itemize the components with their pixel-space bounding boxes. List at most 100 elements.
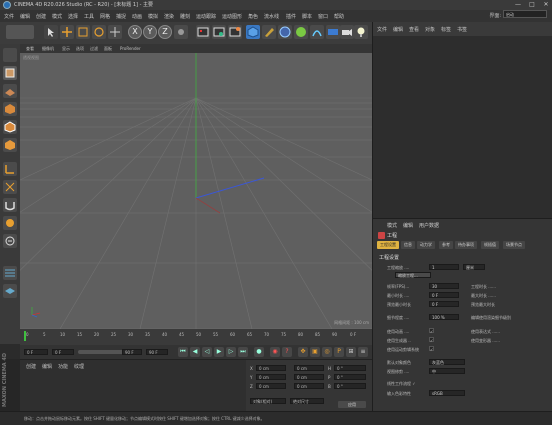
tweak-icon[interactable] <box>3 180 17 194</box>
material-menu-create[interactable]: 创建 <box>26 363 36 370</box>
material-menu-texture[interactable]: 纹理 <box>74 363 84 370</box>
viewport-menu-filter[interactable]: 过滤 <box>90 46 98 52</box>
texture-mode-icon[interactable] <box>3 66 17 80</box>
obj-menu-file[interactable]: 文件 <box>377 26 387 33</box>
undo-icon[interactable] <box>6 25 34 39</box>
menu-pipeline[interactable]: 流水线 <box>264 13 279 20</box>
next-key-icon[interactable]: ▷ <box>226 347 236 357</box>
minimize-button[interactable]: — <box>512 1 524 9</box>
go-to-end-icon[interactable]: ⏭ <box>238 347 248 357</box>
autokey-icon[interactable]: ◉ <box>270 347 280 357</box>
points-mode-icon[interactable] <box>3 102 17 116</box>
go-to-start-icon[interactable]: ⏮ <box>178 347 188 357</box>
attr-menu-mode[interactable]: 模式 <box>387 222 397 229</box>
menu-plugins[interactable]: 插件 <box>286 13 296 20</box>
layer-icon[interactable] <box>3 284 17 298</box>
workplane-icon[interactable] <box>3 84 17 98</box>
scale-key-icon[interactable]: ▣ <box>310 347 320 357</box>
tab-scene-nodes[interactable]: 场景节点 <box>503 241 525 249</box>
menu-character[interactable]: 角色 <box>248 13 258 20</box>
menu-edit[interactable]: 编辑 <box>20 13 30 20</box>
edit-render-settings-icon[interactable] <box>228 25 242 39</box>
use-motion-system-checkbox[interactable]: ✓ <box>429 346 434 352</box>
param-key-icon[interactable]: P <box>334 347 344 357</box>
obj-menu-view[interactable]: 查看 <box>409 26 419 33</box>
coord-mode-select[interactable]: 对象(相对) <box>250 398 286 404</box>
tab-dynamics[interactable]: 动力学 <box>417 241 435 249</box>
preview-min-field[interactable]: 0 F <box>429 301 459 307</box>
view-clipping-select[interactable]: 中 <box>429 368 465 374</box>
menu-mode[interactable]: 模式 <box>52 13 62 20</box>
pos-z-field[interactable]: 0 cm <box>256 383 286 389</box>
max-frame-field[interactable]: 90 F <box>122 349 142 355</box>
obj-menu-edit[interactable]: 编辑 <box>393 26 403 33</box>
play-icon[interactable]: ▶ <box>214 347 224 357</box>
attr-menu-edit[interactable]: 编辑 <box>403 222 413 229</box>
menu-snap[interactable]: 捕捉 <box>116 13 126 20</box>
menu-sculpt[interactable]: 雕刻 <box>180 13 190 20</box>
use-generators-checkbox[interactable]: ✓ <box>429 337 434 343</box>
start-frame-field[interactable]: 0 F <box>24 349 48 355</box>
pen-icon[interactable] <box>262 25 276 39</box>
world-coord-icon[interactable] <box>174 25 188 39</box>
menu-animate[interactable]: 动画 <box>132 13 142 20</box>
project-scale-field[interactable]: 1 <box>429 264 459 270</box>
polygons-mode-icon[interactable] <box>3 138 17 152</box>
obj-menu-bookmarks[interactable]: 书签 <box>457 26 467 33</box>
menu-help[interactable]: 帮助 <box>334 13 344 20</box>
position-key-icon[interactable]: ✥ <box>298 347 308 357</box>
enable-axis-icon[interactable] <box>3 162 17 176</box>
timeline-menu-icon[interactable]: ≡ <box>358 347 368 357</box>
tab-interpolation[interactable]: 帧插值 <box>481 241 499 249</box>
rotation-key-icon[interactable]: ◎ <box>322 347 332 357</box>
x-axis-icon[interactable]: X <box>128 25 142 39</box>
viewport-menu-display[interactable]: 显示 <box>62 46 70 52</box>
tab-referencing[interactable]: 参考 <box>439 241 453 249</box>
maximize-button[interactable]: □ <box>526 1 538 9</box>
edges-mode-icon[interactable] <box>3 120 17 134</box>
fps-field[interactable]: 30 <box>429 283 459 289</box>
lod-field[interactable]: 100 % <box>429 314 459 320</box>
z-axis-icon[interactable]: Z <box>158 25 172 39</box>
rot-p-field[interactable]: 0 ° <box>334 374 366 380</box>
tab-project-settings[interactable]: 工程设置 <box>377 241 399 249</box>
menu-select[interactable]: 选择 <box>68 13 78 20</box>
menu-window[interactable]: 窗口 <box>318 13 328 20</box>
default-color-select[interactable]: 灰蓝色 <box>429 359 465 365</box>
attr-menu-userdata[interactable]: 用户数据 <box>419 222 439 229</box>
grid-display-icon[interactable] <box>3 266 17 280</box>
menu-motion-tracker[interactable]: 运动跟踪 <box>196 13 216 20</box>
deformer-icon[interactable] <box>310 25 324 39</box>
viewport-menu-prorender[interactable]: ProRender <box>120 46 141 51</box>
recent-tool-icon[interactable] <box>108 25 122 39</box>
y-axis-icon[interactable]: Y <box>143 25 157 39</box>
light-icon[interactable] <box>354 25 368 39</box>
cube-icon[interactable] <box>246 25 260 39</box>
size-y-field[interactable]: 0 cm <box>294 374 324 380</box>
project-scale-unit[interactable]: 厘米 <box>463 264 485 270</box>
material-menu-edit[interactable]: 编辑 <box>42 363 52 370</box>
menu-mesh[interactable]: 网格 <box>100 13 110 20</box>
floor-icon[interactable] <box>326 25 340 39</box>
color-profile-select[interactable]: sRGB <box>429 390 465 396</box>
menu-create[interactable]: 创建 <box>36 13 46 20</box>
pos-y-field[interactable]: 0 cm <box>256 374 286 380</box>
rotate-icon[interactable] <box>92 25 106 39</box>
tab-info[interactable]: 信息 <box>401 241 415 249</box>
render-view-icon[interactable] <box>196 25 210 39</box>
scale-project-button[interactable]: 缩放工程... <box>395 272 431 278</box>
obj-menu-object[interactable]: 对象 <box>425 26 435 33</box>
apply-button[interactable]: 应用 <box>338 401 366 408</box>
obj-menu-tags[interactable]: 标签 <box>441 26 451 33</box>
pos-x-field[interactable]: 0 cm <box>256 365 286 371</box>
rot-h-field[interactable]: 0 ° <box>334 365 366 371</box>
camera-icon[interactable] <box>340 25 354 39</box>
end-frame-field[interactable]: 90 F <box>146 349 168 355</box>
model-mode-icon[interactable] <box>3 48 17 62</box>
size-mode-select[interactable]: 绝对尺寸 <box>290 398 324 404</box>
keyframe-selection-icon[interactable]: ? <box>282 347 292 357</box>
render-picture-viewer-icon[interactable] <box>212 25 226 39</box>
play-reverse-icon[interactable]: ◁ <box>202 347 212 357</box>
timeline-ruler[interactable]: 0 5 10 15 20 25 30 35 40 45 50 55 60 65 … <box>20 329 372 345</box>
soft-selection-icon[interactable] <box>3 234 17 248</box>
